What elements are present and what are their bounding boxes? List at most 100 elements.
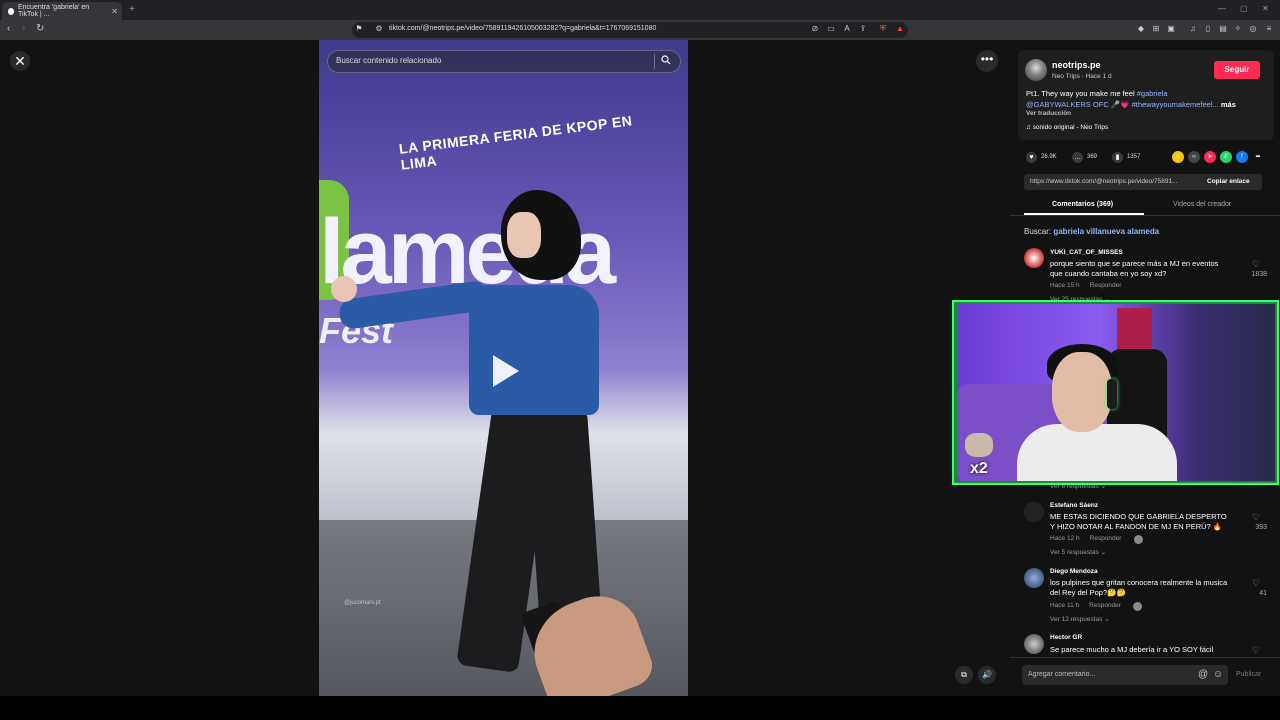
vpn-icon[interactable]: ◎	[1248, 24, 1258, 34]
wallet-icon[interactable]: ▤	[1218, 24, 1228, 34]
close-video-button[interactable]: ✕	[10, 51, 30, 71]
comment-input-placeholder: Agregar comentario...	[1028, 671, 1096, 678]
publish-button[interactable]: Publicar	[1236, 671, 1261, 678]
menu-icon[interactable]: ≡	[1264, 24, 1274, 34]
tab-creator-videos[interactable]: Videos del creador	[1173, 201, 1231, 208]
translate-off-icon[interactable]: ⊘	[810, 24, 820, 34]
send-icon[interactable]: ➤	[1204, 151, 1216, 163]
sidebar-icon[interactable]: ▯	[1203, 24, 1213, 34]
extension-box-icon[interactable]: ▣	[1166, 24, 1176, 34]
heart-icon[interactable]: ♥	[1026, 151, 1037, 163]
mention-icon[interactable]: @	[1198, 669, 1208, 680]
sound-link[interactable]: ♫ sonido original - Neo Trips	[1026, 124, 1108, 131]
extension-puzzle-icon[interactable]: ⊞	[1151, 24, 1161, 34]
comment-like-icon[interactable]: ♡	[1252, 645, 1260, 656]
comment-like-icon[interactable]: ♡	[1252, 578, 1260, 589]
comment-author[interactable]: Diego Mendoza	[1050, 568, 1098, 575]
comment-time: Hace 15 h	[1050, 282, 1080, 289]
emoji-share-icon[interactable]: ☺	[1172, 151, 1184, 163]
media-icon[interactable]: ♫	[1188, 24, 1198, 34]
reply-button[interactable]: Responder	[1090, 282, 1122, 289]
comment-input-divider	[1010, 657, 1280, 658]
more-options-button[interactable]: •••	[976, 50, 998, 72]
cast-icon[interactable]: ▭	[826, 24, 836, 34]
comment-avatar[interactable]	[1024, 634, 1044, 654]
leo-icon[interactable]: ✧	[1233, 24, 1243, 34]
bookmark-icon[interactable]: ⚑	[354, 24, 364, 34]
cat-sticker	[965, 433, 993, 457]
comment-text: los pulpines que gritan conocera realmen…	[1050, 578, 1228, 597]
author-avatar[interactable]	[1025, 59, 1047, 81]
share-arrow-icon[interactable]: ➦	[1252, 151, 1264, 163]
comment-avatar[interactable]	[1024, 502, 1044, 522]
comment-stat[interactable]: … 369	[1072, 151, 1097, 163]
minimize-icon[interactable]: —	[1218, 4, 1226, 13]
search-suggestion[interactable]: Buscar: gabriela villanueva alameda	[1024, 227, 1159, 236]
like-count: 26.9K	[1041, 154, 1057, 160]
share-link[interactable]: https://www.tiktok.com/@neotrips.pe/vide…	[1030, 178, 1178, 185]
comment-like-icon[interactable]: ♡	[1252, 512, 1260, 523]
shield-icon[interactable]: ⛨	[878, 24, 888, 34]
video-watermark: @jucomarv.pt	[344, 600, 381, 606]
play-icon[interactable]	[493, 355, 519, 387]
comment-author[interactable]: Hector GR	[1050, 634, 1082, 641]
caption-more-link[interactable]: más	[1221, 100, 1236, 109]
extension-diamond-icon[interactable]: ◆	[1136, 24, 1146, 34]
comment-time: Hace 11 h	[1050, 602, 1080, 609]
comment-like-icon[interactable]: ♡	[1252, 259, 1260, 270]
tab-divider	[1010, 215, 1280, 216]
window-close-icon[interactable]: ✕	[1262, 4, 1269, 13]
reply-button[interactable]: Responder	[1089, 602, 1121, 609]
url-text[interactable]: tiktok.com/@neotrips.pe/video/7589119426…	[389, 25, 656, 32]
maximize-icon[interactable]: ▢	[1240, 4, 1248, 13]
bookmark-icon[interactable]: ▮	[1112, 151, 1123, 163]
reload-icon[interactable]: ↻	[36, 23, 44, 34]
comment-time: Hace 12 h	[1050, 535, 1080, 542]
facebook-icon[interactable]: f	[1236, 151, 1248, 163]
comment-avatar[interactable]	[1024, 248, 1044, 268]
like-stat[interactable]: ♥ 26.9K	[1026, 151, 1057, 163]
alert-icon[interactable]: ▲	[895, 24, 905, 34]
comment-icon[interactable]: …	[1072, 151, 1083, 163]
close-tab-icon[interactable]: ✕	[111, 7, 118, 16]
copy-link-button[interactable]: Copiar enlace	[1207, 178, 1250, 185]
see-translation-link[interactable]: Ver traducción	[1026, 110, 1071, 117]
active-tab-indicator	[1024, 213, 1144, 215]
comment-meta: Hace 12 h Responder	[1050, 535, 1121, 542]
site-info-icon[interactable]: ⚙	[374, 24, 384, 34]
comment-author[interactable]: YUKI_CAT_OF_MISSES	[1050, 249, 1123, 256]
save-count: 1357	[1127, 154, 1141, 160]
view-replies-link[interactable]: Ver 12 respuestas ⌄	[1050, 615, 1110, 623]
translate-icon[interactable]: A	[842, 24, 852, 34]
caption-hashtag[interactable]: #gabriela	[1137, 89, 1168, 98]
back-icon[interactable]: ‹	[7, 23, 10, 34]
view-replies-link[interactable]: Ver 5 respuestas ⌄	[1050, 548, 1106, 556]
video-caption: Pt1. They way you make me feel #gabriela…	[1026, 89, 1236, 109]
whatsapp-icon[interactable]: ✆	[1220, 151, 1232, 163]
tiktok-favicon-icon	[8, 7, 14, 15]
tab-comments[interactable]: Comentarios (369)	[1052, 201, 1113, 208]
new-tab-icon[interactable]: +	[129, 4, 135, 15]
volume-icon[interactable]: 🔊	[978, 666, 996, 684]
forward-icon[interactable]: ›	[22, 23, 25, 34]
follow-button[interactable]: Seguir	[1214, 61, 1260, 79]
floating-player-icon[interactable]: ⧉	[955, 666, 973, 684]
comment-like-count: 41	[1259, 590, 1267, 597]
performer-face	[507, 212, 541, 258]
reply-button[interactable]: Responder	[1090, 535, 1122, 542]
comment-author[interactable]: Estefano Sáenz	[1050, 502, 1098, 509]
webcam-person-face	[1052, 352, 1112, 432]
caption-mention[interactable]: @GABYWALKERS OFC	[1026, 100, 1109, 109]
emoji-icon[interactable]: ☺	[1213, 669, 1223, 680]
embed-icon[interactable]: ‹›	[1188, 151, 1200, 163]
save-stat[interactable]: ▮ 1357	[1112, 151, 1140, 163]
video-player[interactable]: LA PRIMERA FERIA DE KPOP EN LIMA lameda …	[319, 40, 688, 696]
share-page-icon[interactable]: ⇪	[858, 24, 868, 34]
comment-avatar[interactable]	[1024, 568, 1044, 588]
caption-hashtag-2[interactable]: #thewayyoumakemefeel...	[1132, 100, 1219, 109]
author-name[interactable]: neotrips.pe	[1052, 60, 1101, 70]
browser-tab[interactable]: Encuentra 'gabriela' en TikTok | ... ✕	[2, 2, 122, 20]
bottom-bar	[0, 696, 1280, 720]
search-suggestion-query[interactable]: gabriela villanueva alameda	[1053, 227, 1159, 236]
search-icon[interactable]	[661, 55, 671, 65]
